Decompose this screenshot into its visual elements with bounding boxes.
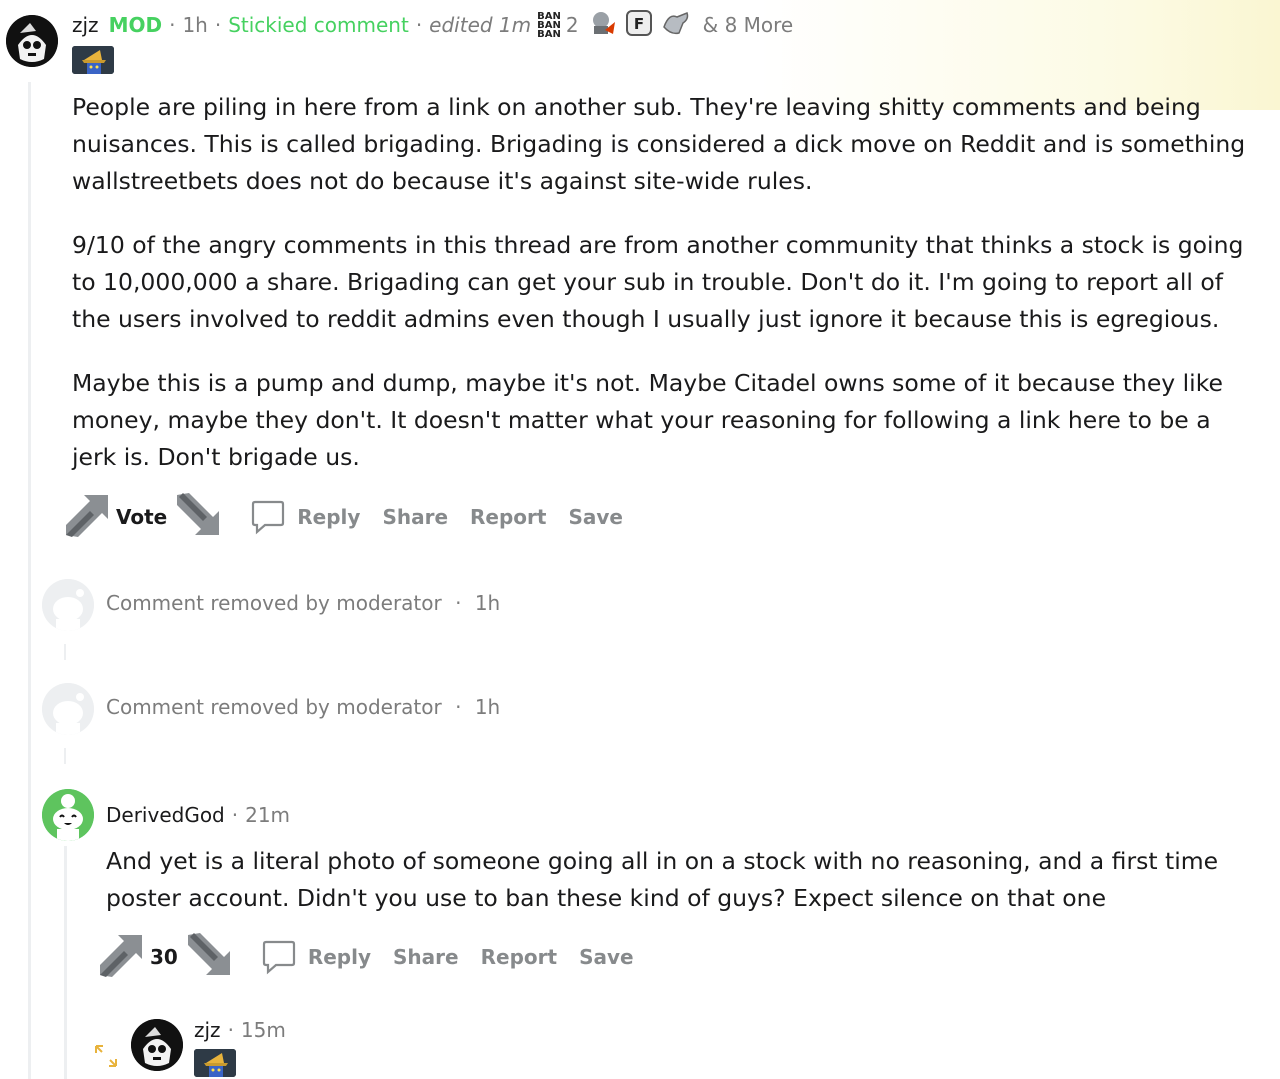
deleted-snoo-icon: [42, 683, 94, 735]
thread-line-reply[interactable]: [64, 846, 67, 1079]
share-button[interactable]: Share: [393, 945, 459, 969]
thread-line-main[interactable]: [28, 82, 31, 1079]
comment-body: People are piling in here from a link on…: [72, 89, 1262, 503]
comment-meta: DerivedGod · 21m: [106, 800, 290, 830]
comment-age[interactable]: 1h: [475, 591, 500, 615]
comment-action-bar: 30 Reply Share Report Save: [98, 932, 634, 982]
deleted-snoo-icon: [42, 579, 94, 631]
upvote-icon[interactable]: [98, 933, 144, 982]
reply-label: Reply: [297, 505, 361, 529]
removed-text: Comment removed by moderator: [106, 591, 442, 615]
comment-age[interactable]: 1h: [182, 13, 207, 37]
comment-action-bar: Vote Reply Share Report Save: [64, 492, 623, 542]
meta-separator: ·: [455, 695, 462, 719]
removed-comment-meta: Comment removed by moderator · 1h: [106, 591, 500, 615]
removed-comment-meta: Comment removed by moderator · 1h: [106, 695, 500, 719]
avatar-derivedgod[interactable]: [42, 789, 94, 841]
more-awards-link[interactable]: & 8 More: [703, 13, 794, 37]
snoo-avatar-icon: [42, 789, 94, 841]
reply-button[interactable]: Reply: [262, 939, 371, 975]
report-button[interactable]: Report: [481, 945, 557, 969]
reply-bubble-icon: [262, 940, 295, 975]
comment-age[interactable]: 15m: [241, 1018, 286, 1042]
save-button[interactable]: Save: [579, 945, 634, 969]
comment-meta: zjz · 15m: [194, 1015, 286, 1045]
meta-separator: ·: [227, 1018, 234, 1042]
meta-separator: ·: [214, 13, 222, 37]
edited-label: edited 1m: [429, 13, 532, 37]
save-button[interactable]: Save: [568, 505, 623, 529]
press-f-award-icon[interactable]: F: [625, 9, 653, 42]
reply-button[interactable]: Reply: [251, 499, 360, 535]
downvote-icon[interactable]: [186, 932, 232, 982]
snoo-avatar-icon: [131, 1019, 183, 1071]
comment-paragraph: And yet is a literal photo of someone go…: [106, 847, 1219, 912]
snoo-avatar-icon: [6, 15, 58, 67]
wizard-flair-icon: [72, 46, 114, 74]
meta-separator: ·: [415, 13, 423, 37]
downvote-icon[interactable]: [175, 492, 221, 542]
stonks-award-icon[interactable]: [587, 8, 617, 43]
comment-body: And yet is a literal photo of someone go…: [106, 843, 1256, 944]
thread-line-removed-2: [64, 748, 66, 764]
comment-paragraph: Maybe this is a pump and dump, maybe it'…: [72, 369, 1223, 471]
deleted-user-avatar: [42, 579, 94, 631]
avatar-zjz[interactable]: [6, 15, 58, 67]
comment-age[interactable]: 1h: [475, 695, 500, 719]
comment-age[interactable]: 21m: [245, 803, 290, 827]
user-flair-wizard: [72, 46, 114, 74]
reply-label: Reply: [307, 945, 372, 969]
silver-hand-award-icon[interactable]: [661, 9, 691, 42]
deleted-user-avatar: [42, 683, 94, 735]
thread-line-removed-1: [64, 644, 66, 660]
meta-separator: ·: [169, 13, 176, 37]
comment-paragraph: People are piling in here from a link on…: [72, 93, 1246, 195]
share-button[interactable]: Share: [382, 505, 448, 529]
award-count: 2: [565, 13, 579, 37]
vote-count: 30: [150, 945, 178, 969]
ban-award-icon[interactable]: BAN BAN BAN: [537, 11, 561, 40]
meta-separator: ·: [455, 591, 462, 615]
author-name[interactable]: zjz: [72, 13, 99, 37]
wizard-flair-icon: [194, 1049, 236, 1077]
removed-text: Comment removed by moderator: [106, 695, 442, 719]
ban-award-text: BAN: [537, 28, 561, 40]
mod-badge: MOD: [108, 13, 163, 37]
meta-separator: ·: [231, 803, 239, 827]
reply-bubble-icon: [252, 500, 285, 535]
vote-label: Vote: [116, 505, 168, 529]
expand-thread-icon[interactable]: [94, 1044, 118, 1068]
comment-paragraph: 9/10 of the angry comments in this threa…: [72, 231, 1244, 333]
stickied-label: Stickied comment: [228, 13, 409, 37]
upvote-icon[interactable]: [64, 493, 110, 542]
author-name[interactable]: DerivedGod: [106, 803, 225, 827]
svg-text:F: F: [633, 15, 643, 33]
report-button[interactable]: Report: [470, 505, 546, 529]
user-flair-wizard: [194, 1049, 236, 1077]
author-name[interactable]: zjz: [194, 1018, 221, 1042]
avatar-zjz[interactable]: [131, 1019, 183, 1071]
comment-meta: zjz MOD · 1h · Stickied comment · edited…: [72, 8, 794, 43]
